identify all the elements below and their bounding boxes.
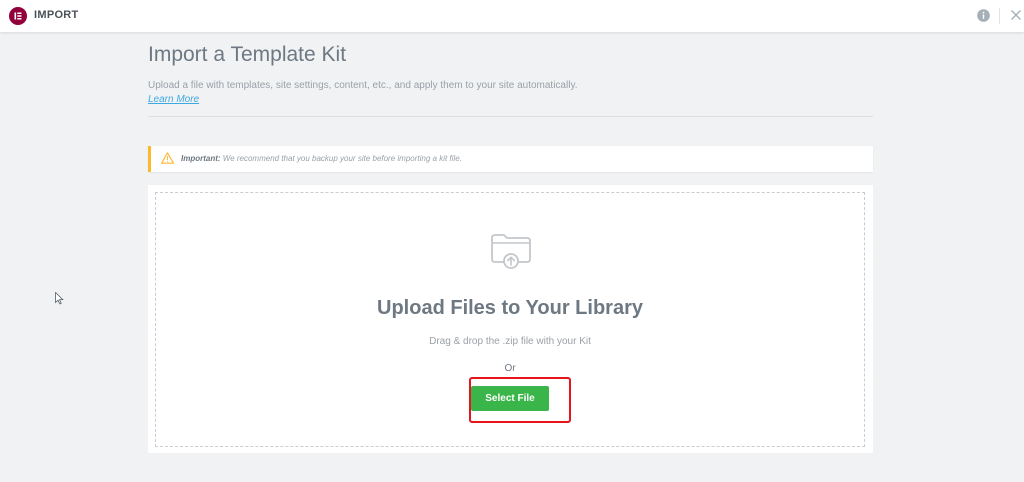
notice-label: Important: — [181, 154, 221, 163]
upload-card: Upload Files to Your Library Drag & drop… — [148, 185, 873, 453]
drop-zone[interactable]: Upload Files to Your Library Drag & drop… — [155, 192, 865, 447]
main-content: Import a Template Kit Upload a file with… — [148, 32, 873, 482]
important-notice: Important: We recommend that you backup … — [148, 146, 873, 172]
or-text: Or — [504, 363, 516, 374]
page-description: Upload a file with templates, site setti… — [148, 80, 578, 91]
mouse-cursor-icon — [55, 292, 64, 305]
divider — [148, 116, 873, 117]
topbar-divider — [999, 8, 1000, 24]
info-icon[interactable] — [977, 9, 990, 22]
scrollbar[interactable] — [1014, 32, 1024, 482]
learn-more-link[interactable]: Learn More — [148, 94, 199, 105]
dialog-title: IMPORT — [34, 9, 79, 21]
page-title: Import a Template Kit — [148, 43, 347, 66]
upload-subtitle: Drag & drop the .zip file with your Kit — [429, 336, 591, 347]
folder-upload-icon — [491, 234, 531, 269]
warning-icon — [161, 152, 174, 164]
close-icon[interactable] — [1010, 9, 1022, 21]
elementor-logo-icon — [9, 7, 27, 25]
notice-message: We recommend that you backup your site b… — [220, 154, 462, 163]
annotation-highlight-box — [469, 377, 571, 423]
notice-text: Important: We recommend that you backup … — [181, 154, 462, 163]
upload-title: Upload Files to Your Library — [377, 297, 643, 319]
top-bar: IMPORT — [0, 0, 1024, 32]
